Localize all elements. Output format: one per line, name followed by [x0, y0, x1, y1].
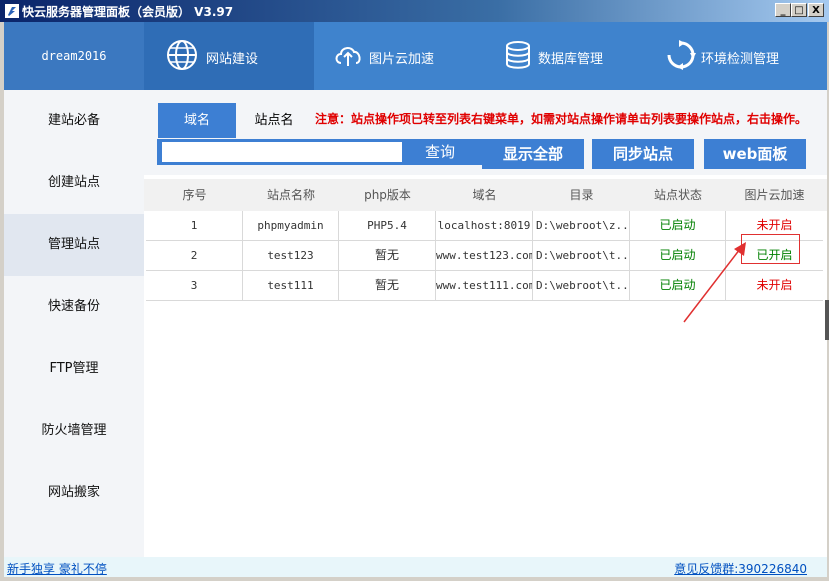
sidebar-item-manage-sites[interactable]: 管理站点	[4, 214, 144, 276]
table-row[interactable]: 1 phpmyadmin PHP5.4 localhost:8019 D:\we…	[146, 211, 823, 241]
cell-site-name: phpmyadmin	[243, 211, 339, 240]
cell-dir: D:\webroot\t...	[533, 271, 630, 300]
nav-label: 网站建设	[206, 52, 259, 67]
annotation-arrow-icon	[683, 242, 746, 323]
search-input[interactable]	[162, 142, 402, 162]
cell-php: 暂无	[339, 271, 436, 300]
cell-php: PHP5.4	[339, 211, 436, 240]
nav-label: 环境检测管理	[701, 52, 780, 67]
nav-label: 数据库管理	[538, 52, 604, 67]
sidebar: 建站必备 创建站点 管理站点 快速备份 FTP管理 防火墙管理 网站搬家	[4, 90, 144, 557]
title-bar: 快云服务器管理面板（会员版） V3.97 _ □ X	[0, 0, 829, 22]
sidebar-item-create-site[interactable]: 创建站点	[4, 152, 144, 214]
sidebar-item-site-migration[interactable]: 网站搬家	[4, 462, 144, 524]
sidebar-item-ftp[interactable]: FTP管理	[4, 338, 144, 400]
nav-image-cdn[interactable]: 图片云加速	[314, 22, 484, 90]
cell-domain: localhost:8019	[436, 211, 533, 240]
close-button[interactable]: X	[808, 3, 824, 17]
table-header: 序号 站点名称 php版本 域名 目录 站点状态 图片云加速	[144, 179, 827, 211]
cell-no: 3	[146, 271, 243, 300]
maximize-button[interactable]: □	[791, 3, 807, 17]
column-header[interactable]: 站点名称	[243, 179, 339, 211]
sidebar-item-quick-backup[interactable]: 快速备份	[4, 276, 144, 338]
sidebar-item-essentials[interactable]: 建站必备	[4, 90, 144, 152]
window-title: 快云服务器管理面板（会员版） V3.97	[22, 5, 234, 19]
nav-env-check[interactable]: 环境检测管理	[649, 22, 827, 90]
cell-php: 暂无	[339, 241, 436, 270]
column-header[interactable]: 目录	[533, 179, 630, 211]
column-header[interactable]: php版本	[339, 179, 436, 211]
main-panel: 域名 站点名 注意：站点操作项已转至列表右键菜单，如需对站点操作请单击列表要操作…	[144, 90, 827, 557]
notice-text: 注意：站点操作项已转至列表右键菜单，如需对站点操作请单击列表要操作站点，右击操作…	[315, 112, 808, 126]
cell-no: 2	[146, 241, 243, 270]
globe-icon	[167, 40, 197, 70]
cell-domain: www.test111.com	[436, 271, 533, 300]
cell-status: 已启动	[630, 211, 726, 240]
column-header[interactable]: 序号	[146, 179, 243, 211]
sidebar-item-firewall[interactable]: 防火墙管理	[4, 400, 144, 462]
cell-no: 1	[146, 211, 243, 240]
feedback-group-link[interactable]: 意见反馈群:390226840	[674, 560, 807, 577]
web-panel-button[interactable]: web面板	[704, 139, 806, 169]
cell-dir: D:\webroot\z...	[533, 211, 630, 240]
username: dream2016	[4, 22, 144, 90]
nav-website-build[interactable]: 网站建设	[144, 22, 314, 90]
top-nav: dream2016 网站建设 图片云加速 数据库管理 环境检测管理	[4, 22, 827, 90]
nav-label: 图片云加速	[369, 52, 435, 67]
sync-sites-button[interactable]: 同步站点	[592, 139, 694, 169]
column-header[interactable]: 图片云加速	[726, 179, 823, 211]
promo-link[interactable]: 新手独享 豪礼不停	[7, 560, 107, 577]
cell-domain: www.test123.com	[436, 241, 533, 270]
nav-database[interactable]: 数据库管理	[484, 22, 649, 90]
cell-dir: D:\webroot\t...	[533, 241, 630, 270]
cloud-upload-icon	[335, 47, 361, 66]
status-bar: 新手独享 豪礼不停 意见反馈群:390226840	[4, 557, 827, 577]
minimize-button[interactable]: _	[775, 3, 791, 17]
cell-site-name: test123	[243, 241, 339, 270]
toolbar-area: 域名 站点名 注意：站点操作项已转至列表右键菜单，如需对站点操作请单击列表要操作…	[144, 90, 827, 175]
refresh-icon	[667, 40, 696, 70]
window-edge	[825, 300, 829, 340]
database-icon	[506, 41, 530, 69]
show-all-button[interactable]: 显示全部	[482, 139, 584, 169]
search-button[interactable]: 查询	[409, 139, 471, 165]
column-header[interactable]: 站点状态	[630, 179, 726, 211]
column-header[interactable]: 域名	[436, 179, 533, 211]
tab-site-name[interactable]: 站点名	[236, 103, 312, 138]
tab-domain[interactable]: 域名	[158, 103, 236, 138]
app-logo-icon	[5, 4, 19, 18]
cell-site-name: test111	[243, 271, 339, 300]
